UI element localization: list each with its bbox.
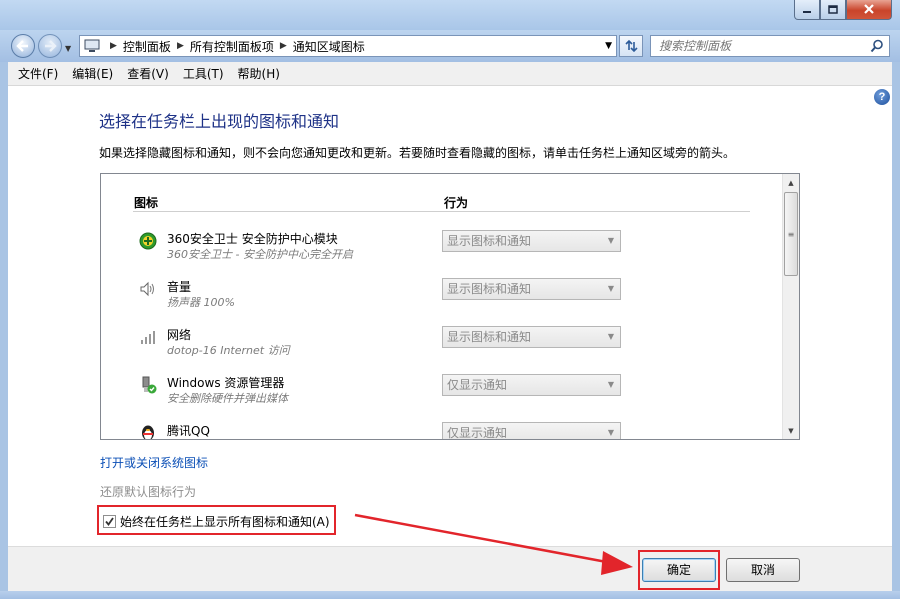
behavior-select[interactable]: 显示图标和通知 ▼: [442, 326, 621, 348]
content-pane: ? 选择在任务栏上出现的图标和通知 如果选择隐藏图标和通知，则不会向您通知更改和…: [8, 86, 892, 546]
list-item: 360安全卫士 安全防护中心模块 360安全卫士 - 安全防护中心完全开启 显示…: [137, 230, 737, 274]
refresh-button[interactable]: [619, 35, 643, 57]
scrollbar-thumb[interactable]: ≡: [784, 192, 798, 276]
navigation-bar: ▼ ▶ 控制面板 ▶ 所有控制面板项 ▶ 通知区域图标 ▼: [0, 30, 900, 62]
behavior-select-value: 仅显示通知: [447, 426, 508, 440]
behavior-select-value: 显示图标和通知: [447, 234, 532, 248]
item-subtitle: 360安全卫士 - 安全防护中心完全开启: [167, 248, 353, 261]
breadcrumb: ▶ 控制面板 ▶ 所有控制面板项 ▶ 通知区域图标: [104, 38, 365, 55]
list-item: 网络 dotop-16 Internet 访问 显示图标和通知 ▼: [137, 326, 737, 370]
breadcrumb-item[interactable]: 所有控制面板项: [190, 38, 274, 55]
address-bar[interactable]: ▶ 控制面板 ▶ 所有控制面板项 ▶ 通知区域图标 ▼: [79, 35, 617, 57]
breadcrumb-separator-icon[interactable]: ▶: [177, 41, 184, 51]
ok-button[interactable]: 确定: [642, 558, 716, 582]
breadcrumb-separator-icon[interactable]: ▶: [280, 41, 287, 51]
window-bottom-border: [0, 591, 900, 599]
chevron-down-icon: ▼: [607, 284, 614, 293]
item-name: 360安全卫士 安全防护中心模块: [167, 232, 338, 246]
behavior-select-value: 显示图标和通知: [447, 330, 532, 344]
window-controls: [794, 0, 892, 20]
scroll-down-icon[interactable]: ▼: [783, 422, 799, 439]
minimize-icon: [803, 10, 811, 13]
back-button[interactable]: [11, 34, 35, 58]
item-name: 音量: [167, 280, 192, 294]
notification-icons-list[interactable]: 图标 行为 360安全卫士 安全防护中心模块 360安全卫士 - 安全防护中心完…: [100, 173, 800, 440]
chevron-down-icon: ▼: [607, 428, 614, 437]
menu-help[interactable]: 帮助(H): [232, 65, 286, 82]
behavior-select[interactable]: 仅显示通知 ▼: [442, 422, 621, 440]
column-header-icon: 图标: [134, 196, 159, 210]
behavior-select-value: 显示图标和通知: [447, 282, 532, 296]
help-icon[interactable]: ?: [874, 89, 890, 105]
column-header-behavior: 行为: [444, 196, 469, 210]
item-name: 网络: [167, 328, 192, 342]
breadcrumb-separator-icon: ▶: [110, 41, 117, 51]
item-subtitle: dotop-16 Internet 访问: [167, 344, 290, 357]
360-shield-icon: [139, 232, 157, 250]
close-icon: [864, 4, 874, 14]
refresh-icon: [625, 39, 638, 53]
qq-penguin-icon: [142, 425, 154, 439]
breadcrumb-item[interactable]: 控制面板: [123, 38, 171, 55]
chevron-down-icon: ▼: [607, 236, 614, 245]
behavior-select[interactable]: 显示图标和通知 ▼: [442, 230, 621, 252]
title-bar: [0, 0, 900, 30]
list-item: Windows 资源管理器 安全删除硬件并弹出媒体 仅显示通知 ▼: [137, 374, 737, 418]
list-scrollbar[interactable]: ▲ ≡ ▼: [782, 174, 799, 439]
menu-view[interactable]: 查看(V): [121, 65, 175, 82]
list-item: 音量 扬声器 100% 显示图标和通知 ▼: [137, 278, 737, 322]
search-icon[interactable]: [870, 39, 884, 53]
behavior-select-value: 仅显示通知: [447, 378, 508, 392]
always-show-checkbox[interactable]: [103, 515, 116, 528]
chevron-down-icon: ▼: [607, 380, 614, 389]
forward-button[interactable]: [38, 34, 62, 58]
menu-bar: 文件(F) 编辑(E) 查看(V) 工具(T) 帮助(H): [8, 62, 892, 86]
checkbox-highlight-box: 始终在任务栏上显示所有图标和通知(A): [97, 505, 336, 535]
always-show-label[interactable]: 始终在任务栏上显示所有图标和通知(A): [120, 513, 330, 530]
address-dropdown-icon[interactable]: ▼: [605, 41, 612, 51]
search-input[interactable]: [659, 39, 859, 53]
item-name: 腾讯QQ: [167, 424, 210, 438]
item-subtitle: 扬声器 100%: [167, 296, 235, 309]
dialog-footer: 确定 取消: [8, 546, 892, 591]
list-item: 腾讯QQ 仅显示通知 ▼: [137, 422, 737, 440]
network-icon: [141, 331, 155, 344]
control-panel-icon: [84, 39, 100, 52]
page-title: 选择在任务栏上出现的图标和通知: [99, 112, 340, 131]
back-arrow-icon: [16, 40, 28, 52]
cancel-button[interactable]: 取消: [726, 558, 800, 582]
close-button[interactable]: [846, 0, 892, 20]
scroll-up-icon[interactable]: ▲: [783, 174, 799, 191]
page-description: 如果选择隐藏图标和通知，则不会向您通知更改和更新。若要随时查看隐藏的图标，请单击…: [99, 146, 736, 160]
maximize-icon: [828, 5, 838, 14]
chevron-down-icon: ▼: [607, 332, 614, 341]
behavior-select[interactable]: 仅显示通知 ▼: [442, 374, 621, 396]
system-icons-link[interactable]: 打开或关闭系统图标: [100, 454, 208, 471]
menu-edit[interactable]: 编辑(E): [66, 65, 119, 82]
checkmark-icon: [105, 517, 114, 526]
item-name: Windows 资源管理器: [167, 376, 285, 390]
breadcrumb-item[interactable]: 通知区域图标: [293, 38, 365, 55]
menu-file[interactable]: 文件(F): [12, 65, 64, 82]
behavior-select[interactable]: 显示图标和通知 ▼: [442, 278, 621, 300]
search-box[interactable]: [650, 35, 890, 57]
restore-default-link: 还原默认图标行为: [100, 485, 197, 499]
recent-pages-dropdown-icon[interactable]: ▼: [65, 44, 71, 53]
forward-arrow-icon: [45, 40, 57, 52]
item-subtitle: 安全删除硬件并弹出媒体: [167, 392, 288, 405]
menu-tools[interactable]: 工具(T): [177, 65, 230, 82]
speaker-icon: [140, 281, 154, 297]
maximize-button[interactable]: [820, 0, 846, 20]
minimize-button[interactable]: [794, 0, 820, 20]
usb-eject-icon: [142, 376, 157, 394]
header-divider: [133, 211, 750, 212]
